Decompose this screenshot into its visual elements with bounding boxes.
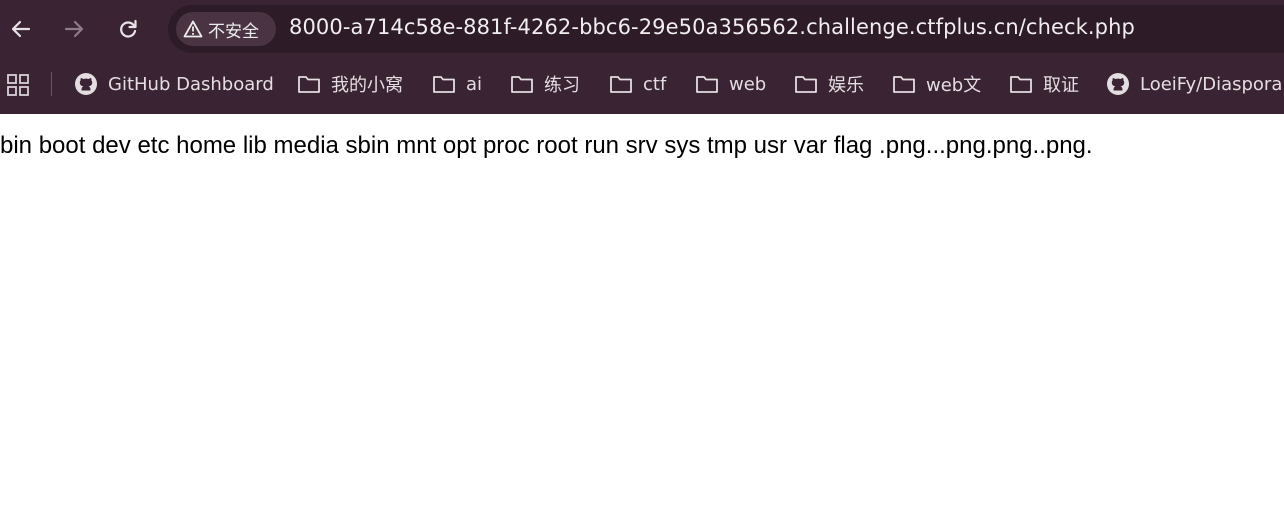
folder-icon <box>1009 74 1033 94</box>
bookmark-folder-wode-xiaowo[interactable]: 我的小窝 <box>297 70 403 98</box>
page-output-text: bin boot dev etc home lib media sbin mnt… <box>0 132 1093 159</box>
bookmark-label: 娱乐 <box>828 75 864 96</box>
bookmark-label: LoeiFy/Diaspora: <box>1140 73 1284 95</box>
security-indicator[interactable]: 不安全 <box>176 12 276 46</box>
folder-icon <box>794 74 818 94</box>
bookmark-label: 我的小窝 <box>331 75 403 96</box>
folder-icon <box>695 74 719 94</box>
reload-button[interactable] <box>112 13 144 45</box>
address-bar[interactable]: 不安全 8000-a714c58e-881f-4262-bbc6-29e50a3… <box>168 5 1284 53</box>
bookmark-github-dashboard[interactable]: GitHub Dashboard <box>74 70 274 98</box>
browser-toolbar: 不安全 8000-a714c58e-881f-4262-bbc6-29e50a3… <box>0 0 1284 58</box>
bookmark-folder-yule[interactable]: 娱乐 <box>794 70 864 98</box>
bookmark-label: GitHub Dashboard <box>108 73 274 95</box>
folder-icon <box>892 74 916 94</box>
bookmark-folder-ai[interactable]: ai <box>432 70 482 98</box>
bookmark-folder-web[interactable]: web <box>695 70 766 98</box>
bookmark-label: ctf <box>643 73 667 95</box>
arrow-left-icon <box>11 20 31 38</box>
github-icon <box>1106 72 1130 96</box>
apps-icon[interactable] <box>7 74 29 96</box>
bookmark-folder-quzheng[interactable]: 取证 <box>1009 70 1079 98</box>
url-text[interactable]: 8000-a714c58e-881f-4262-bbc6-29e50a35656… <box>289 15 1135 39</box>
bookmark-label: 取证 <box>1043 75 1079 96</box>
bookmarks-divider <box>51 72 52 96</box>
bookmark-folder-ctf[interactable]: ctf <box>609 70 666 98</box>
folder-icon <box>510 74 534 94</box>
back-button[interactable] <box>5 13 37 45</box>
folder-icon <box>297 74 321 94</box>
bookmark-loeify-diaspora[interactable]: LoeiFy/Diaspora: <box>1106 70 1284 98</box>
bookmark-folder-lianxi[interactable]: 练习 <box>510 70 580 98</box>
forward-button[interactable] <box>58 13 90 45</box>
warning-icon <box>183 20 203 38</box>
bookmark-folder-web-wen[interactable]: web文 <box>892 70 981 98</box>
bookmark-label: web <box>729 73 767 95</box>
bookmark-label: web文 <box>926 75 982 96</box>
bookmark-label: 练习 <box>544 75 580 96</box>
reload-icon <box>120 19 137 38</box>
folder-icon <box>432 74 456 94</box>
security-label: 不安全 <box>208 21 259 42</box>
bookmark-label: ai <box>466 73 483 95</box>
folder-icon <box>609 74 633 94</box>
github-icon <box>74 72 98 96</box>
arrow-right-icon <box>64 20 84 38</box>
